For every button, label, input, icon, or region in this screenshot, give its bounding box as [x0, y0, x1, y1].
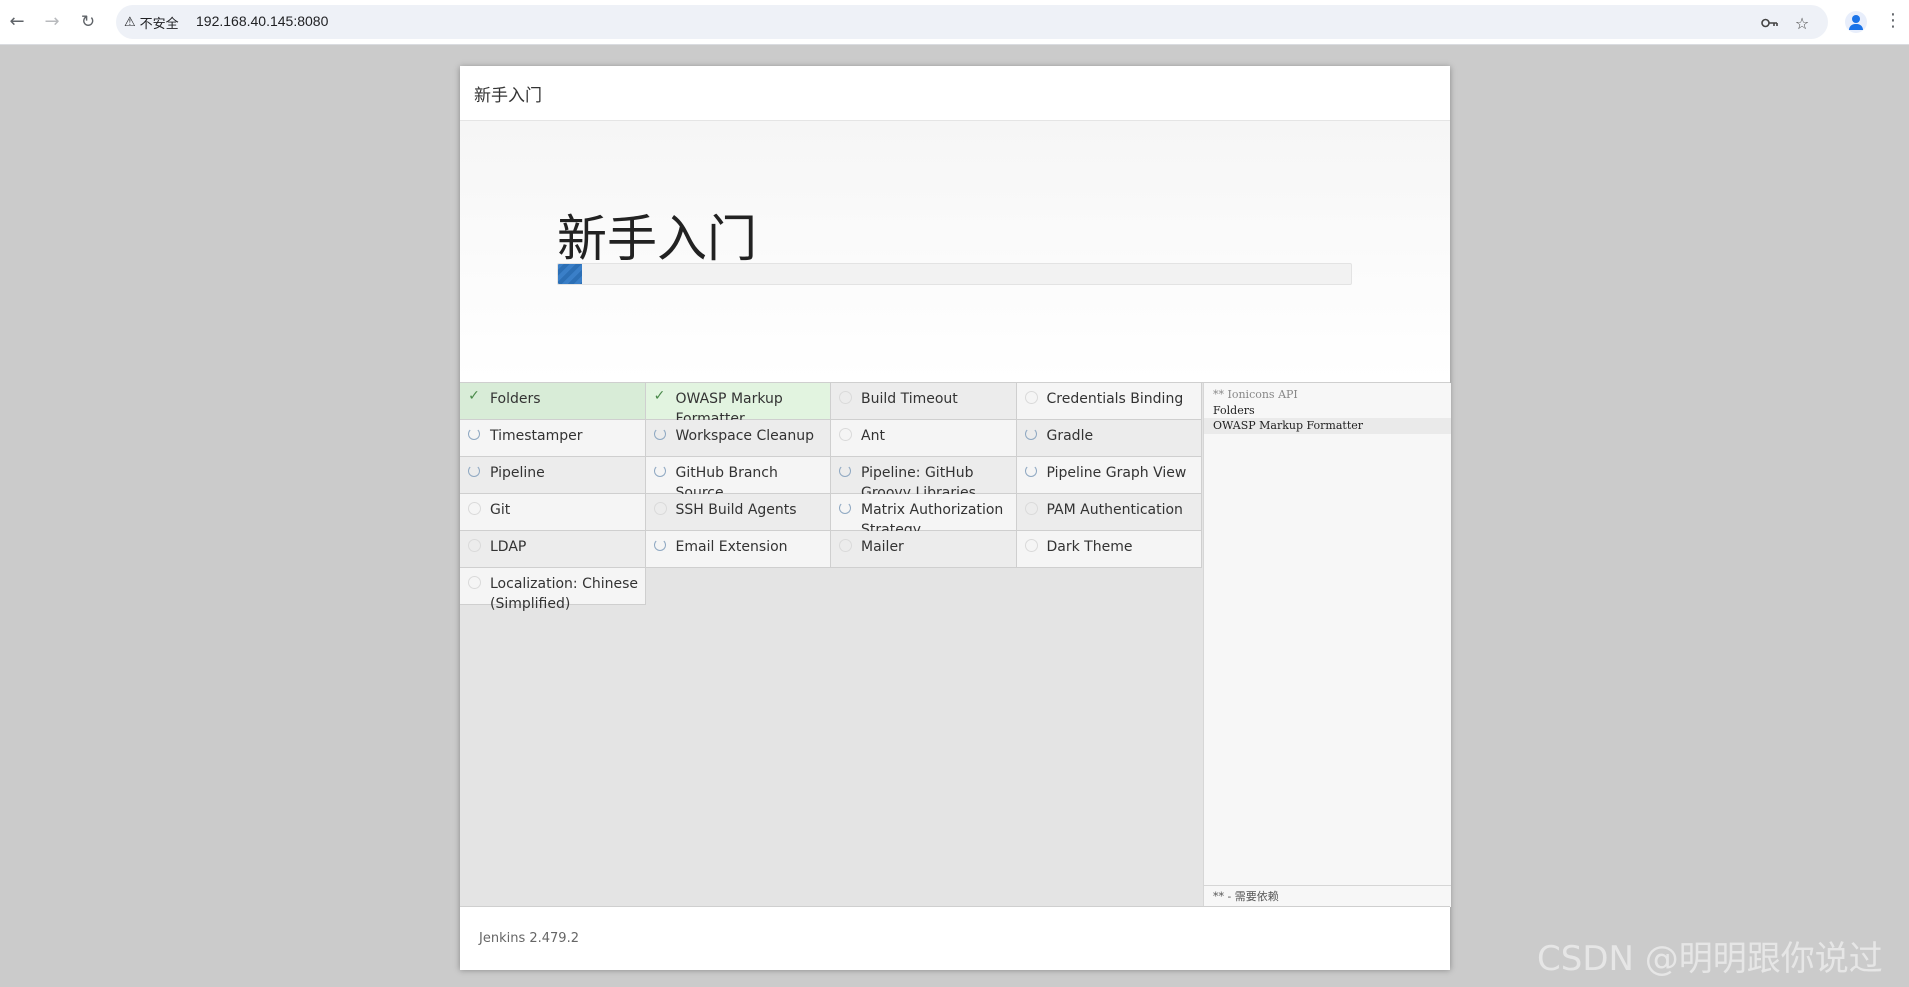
plugin-item: Timestamper — [460, 420, 646, 457]
install-progress-bar — [557, 263, 1352, 285]
address-bar[interactable]: ⚠ 不安全 192.168.40.145:8080 ☆ — [116, 5, 1828, 39]
spinner-icon — [468, 428, 480, 440]
back-arrow-icon[interactable]: ← — [5, 10, 29, 34]
plugin-item: Credentials Binding — [1016, 383, 1202, 420]
plugin-name: Mailer — [861, 539, 904, 555]
spinner-icon — [653, 465, 666, 477]
plugin-name: SSH Build Agents — [675, 502, 797, 518]
plugin-item: GitHub Branch Source — [645, 457, 831, 501]
plugin-item: ✓ OWASP Markup Formatter — [645, 383, 831, 427]
jenkins-version: Jenkins 2.479.2 — [479, 931, 579, 946]
plugin-item: Workspace Cleanup — [645, 420, 831, 457]
plugin-item: Matrix Authorization Strategy — [831, 494, 1017, 538]
dialog-footer: Jenkins 2.479.2 — [460, 906, 1450, 970]
spinner-icon — [839, 465, 851, 477]
pending-circle-icon — [1024, 539, 1038, 552]
spinner-icon — [653, 539, 666, 551]
pending-circle-icon — [468, 502, 481, 515]
hero-title: 新手入门 — [557, 210, 757, 268]
plugin-name: LDAP — [490, 539, 527, 555]
url-text[interactable]: 192.168.40.145:8080 — [196, 13, 328, 29]
pending-circle-icon — [468, 576, 481, 589]
plugin-item: ✓ Folders — [460, 383, 646, 420]
star-icon[interactable]: ☆ — [1792, 13, 1812, 33]
log-line: ** Ionicons API — [1213, 388, 1298, 401]
plugin-item: Pipeline Graph View — [1016, 457, 1202, 494]
more-vert-icon[interactable]: ⋮ — [1884, 12, 1902, 32]
log-line: Folders — [1213, 403, 1255, 417]
security-label: 不安全 — [139, 16, 179, 32]
hero-section: 新手入门 — [460, 121, 1450, 381]
pending-circle-icon — [839, 539, 852, 552]
plugin-name: Ant — [861, 428, 885, 444]
plugin-item: LDAP — [460, 531, 646, 568]
log-footer-note: ** - 需要依赖 — [1204, 885, 1451, 907]
profile-avatar-icon[interactable] — [1845, 11, 1867, 33]
log-line: OWASP Markup Formatter — [1204, 418, 1451, 434]
plugin-item: Localization: Chinese (Simplified) — [460, 568, 646, 612]
pending-circle-icon — [653, 502, 667, 515]
spinner-icon — [1024, 428, 1037, 440]
browser-toolbar: ← → ↻ ⚠ 不安全 192.168.40.145:8080 ☆ ⋮ — [0, 0, 1909, 45]
plugin-name: Folders — [490, 391, 541, 407]
check-icon: ✓ — [653, 388, 666, 404]
plugin-name: Build Timeout — [861, 391, 958, 407]
pending-circle-icon — [839, 391, 852, 404]
plugin-item: Email Extension — [645, 531, 831, 568]
plugin-name: Credentials Binding — [1046, 391, 1184, 407]
plugin-item: Build Timeout — [831, 383, 1017, 420]
pending-circle-icon — [839, 428, 852, 441]
install-log-panel[interactable]: ** Ionicons API Folders OWASP Markup Forma… — [1203, 383, 1451, 907]
key-icon[interactable] — [1760, 13, 1780, 33]
security-indicator[interactable]: ⚠ 不安全 — [124, 13, 179, 32]
plugin-name: Timestamper — [490, 428, 583, 444]
plugin-item: Pipeline — [460, 457, 646, 494]
plugin-name: Pipeline — [490, 465, 545, 481]
plugin-install-area: ✓ Folders ✓ OWASP Markup Formatter Build Tim… — [460, 382, 1451, 907]
plugin-item: Ant — [831, 420, 1017, 457]
plugin-item: Git — [460, 494, 646, 531]
plugin-name: Gradle — [1046, 428, 1094, 444]
plugin-item: Mailer — [831, 531, 1017, 568]
plugin-item: SSH Build Agents — [645, 494, 831, 531]
pending-circle-icon — [1024, 502, 1038, 515]
spinner-icon — [1024, 465, 1037, 477]
plugin-grid: ✓ Folders ✓ OWASP Markup Formatter Build Tim… — [460, 383, 1202, 612]
spinner-icon — [839, 502, 851, 514]
install-progress-fill — [558, 264, 582, 284]
plugin-item: Gradle — [1016, 420, 1202, 457]
plugin-item: Pipeline: GitHub Groovy Libraries — [831, 457, 1017, 501]
setup-wizard-dialog: 新手入门 新手入门 ✓ Folders ✓ OWASP Markup Formatte… — [460, 66, 1451, 970]
plugin-name: Workspace Cleanup — [675, 428, 814, 444]
dialog-header: 新手入门 — [460, 66, 1450, 121]
pending-circle-icon — [468, 539, 481, 552]
plugin-name: Email Extension — [675, 539, 788, 555]
install-log-lines: ** Ionicons API Folders OWASP Markup Forma… — [1204, 387, 1451, 434]
dialog-title: 新手入门 — [474, 86, 542, 106]
plugin-name: Localization: Chinese (Simplified) — [490, 576, 639, 612]
reload-icon[interactable]: ↻ — [76, 10, 100, 34]
plugin-name: PAM Authentication — [1046, 502, 1183, 518]
forward-arrow-icon[interactable]: → — [40, 10, 64, 34]
check-icon: ✓ — [468, 388, 480, 404]
plugin-name: Pipeline Graph View — [1046, 465, 1187, 481]
watermark: CSDN @明明跟你说过 — [1537, 939, 1883, 979]
spinner-icon — [468, 465, 480, 477]
spinner-icon — [653, 428, 666, 440]
plugin-item: PAM Authentication — [1016, 494, 1202, 531]
pending-circle-icon — [1024, 391, 1038, 404]
warning-triangle-icon: ⚠ — [124, 14, 136, 30]
plugin-item: Dark Theme — [1016, 531, 1202, 568]
plugin-name: Git — [490, 502, 511, 518]
plugin-name: Dark Theme — [1046, 539, 1133, 555]
